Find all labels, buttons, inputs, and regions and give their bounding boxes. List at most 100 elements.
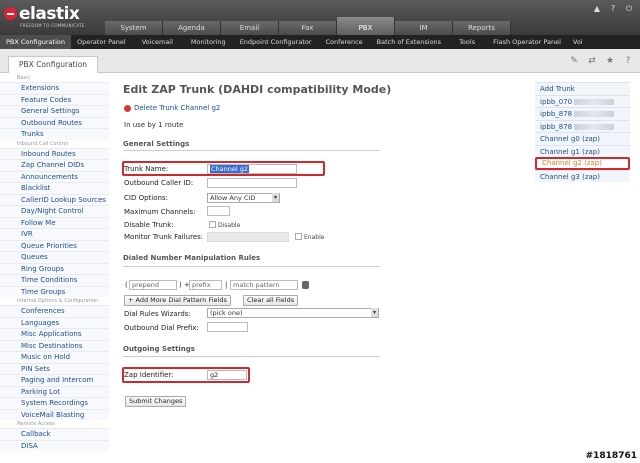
watermark: #1818761 xyxy=(585,451,637,461)
user-icon[interactable]: ▲ xyxy=(590,3,604,15)
add-more-dial-pattern-button[interactable]: + Add More Dial Pattern Fields xyxy=(124,295,231,306)
sidebar-item-ivr[interactable]: IVR xyxy=(0,228,109,240)
tab-fax[interactable]: Fax xyxy=(279,21,337,35)
sidebar-item-callerid-lookup[interactable]: CallerID Lookup Sources xyxy=(0,193,109,205)
sidebar-item-pin-sets[interactable]: PIN Sets xyxy=(0,362,109,374)
submenu-endpoint-configurator[interactable]: Endpoint Configurator xyxy=(234,35,318,49)
star-icon[interactable]: ★ xyxy=(604,56,616,67)
trunk-list-item[interactable]: Channel g3 (zap) xyxy=(535,169,630,182)
sidebar-item-disa[interactable]: DISA xyxy=(0,439,109,451)
redacted-text xyxy=(574,111,615,117)
in-use-text: In use by 1 route xyxy=(124,121,184,129)
sidebar-item-zap-channel-dids[interactable]: Zap Channel DIDs xyxy=(0,159,109,171)
trunk-list-item[interactable]: ipbb_070 xyxy=(535,94,630,107)
highlight-box xyxy=(122,161,325,176)
trunk-list-item[interactable]: Channel g1 (zap) xyxy=(535,144,630,157)
prepend-input[interactable]: prepend xyxy=(129,280,177,290)
sidebar-item-follow-me[interactable]: Follow Me xyxy=(0,216,109,228)
sidebar-item-time-groups[interactable]: Time Groups xyxy=(0,285,109,297)
submenu-voicemail[interactable]: Voicemail xyxy=(132,35,183,49)
tab-reports[interactable]: Reports xyxy=(453,21,511,35)
tab-system[interactable]: System xyxy=(105,21,163,35)
sidebar-item-blacklist[interactable]: Blacklist xyxy=(0,182,109,194)
prefix-input[interactable]: prefix xyxy=(189,280,222,290)
sidebar-item-general-settings[interactable]: General Settings xyxy=(0,105,109,117)
divider xyxy=(123,150,380,151)
sidebar-item-misc-destinations[interactable]: Misc Destinations xyxy=(0,339,109,351)
outbound-cid-input[interactable] xyxy=(207,178,297,188)
sidebar-item-trunks[interactable]: Trunks xyxy=(0,128,109,140)
sidebar-item-paging-intercom[interactable]: Paging and Intercom xyxy=(0,374,109,386)
submenu-flash-operator-panel[interactable]: Flash Operator Panel xyxy=(487,35,567,49)
help-icon[interactable]: ? xyxy=(622,56,634,67)
monitor-enable-checkbox[interactable] xyxy=(295,233,302,240)
clear-all-fields-button[interactable]: Clear all Fields xyxy=(243,295,299,306)
breadcrumb-icons: ✎ ⇄ ★ ? xyxy=(568,56,634,67)
brand-name: elastix xyxy=(19,4,80,24)
divider xyxy=(123,266,380,267)
tab-email[interactable]: Email xyxy=(221,21,279,35)
submenu-tools[interactable]: Tools xyxy=(447,35,487,49)
max-channels-input[interactable] xyxy=(207,206,230,216)
tab-im[interactable]: IM xyxy=(395,21,453,35)
sidebar-item-ring-groups[interactable]: Ring Groups xyxy=(0,262,109,274)
sidebar-item-parking-lot[interactable]: Parking Lot xyxy=(0,385,109,397)
database-icon[interactable] xyxy=(302,281,309,289)
submenu-conference[interactable]: Conference xyxy=(318,35,371,49)
sidebar-item-queues[interactable]: Queues xyxy=(0,251,109,263)
sidebar-item-announcements[interactable]: Announcements xyxy=(0,170,109,182)
dial-rules-wizard-select[interactable]: (pick one) xyxy=(207,308,379,318)
sidebar-item-feature-codes[interactable]: Feature Codes xyxy=(0,93,109,105)
max-channels-label: Maximum Channels: xyxy=(124,208,196,216)
sidebar-item-time-conditions[interactable]: Time Conditions xyxy=(0,274,109,286)
submit-changes-button[interactable]: Submit Changes xyxy=(125,396,187,407)
sidebar-item-music-on-hold[interactable]: Music on Hold xyxy=(0,351,109,363)
monitor-failures-input[interactable] xyxy=(207,232,289,242)
sidebar-item-queue-priorities[interactable]: Queue Priorities xyxy=(0,239,109,251)
submenu-operator-panel[interactable]: Operator Panel xyxy=(71,35,132,49)
submenu-batch-of-extensions[interactable]: Batch of Extensions xyxy=(371,35,447,49)
delete-trunk-row[interactable]: Delete Trunk Channel g2 xyxy=(124,104,220,112)
trunk-list-item[interactable]: ipbb_878 xyxy=(535,107,630,120)
tab-agenda[interactable]: Agenda xyxy=(163,21,221,35)
dial-rules-wizard-label: Dial Rules Wizards: xyxy=(124,310,191,318)
match-pattern-input[interactable]: match pattern xyxy=(230,280,298,290)
sidebar-item-conferences[interactable]: Conferences xyxy=(0,305,109,317)
submenu-monitoring[interactable]: Monitoring xyxy=(183,35,234,49)
disable-trunk-label: Disable Trunk: xyxy=(124,221,174,229)
sidebar-heading: Inbound Call Control xyxy=(17,140,68,147)
arrows-icon[interactable]: ⇄ xyxy=(586,56,598,67)
power-icon[interactable]: ⏻ xyxy=(622,3,636,15)
sidebar-item-languages[interactable]: Languages xyxy=(0,316,109,328)
trunk-label: ipbb_070 xyxy=(540,97,573,106)
trunk-list-item[interactable]: ipbb_878 xyxy=(535,119,630,132)
submenu-voicemail-more[interactable]: Voi xyxy=(567,35,589,49)
trunk-list-item-current[interactable]: Channel g2 (zap) xyxy=(535,157,630,170)
sidebar-item-system-recordings[interactable]: System Recordings xyxy=(0,397,109,409)
sidebar-item-misc-applications[interactable]: Misc Applications xyxy=(0,328,109,340)
breadcrumb-tab[interactable]: PBX Configuration xyxy=(8,56,99,73)
main-tabs: System Agenda Email Fax PBX IM Reports xyxy=(105,17,511,35)
sidebar-item-inbound-routes[interactable]: Inbound Routes xyxy=(0,147,109,159)
sidebar-item-voicemail-blasting[interactable]: VoiceMail Blasting xyxy=(0,408,109,420)
edit-icon[interactable]: ✎ xyxy=(568,56,580,67)
disable-trunk-checkbox[interactable] xyxy=(209,221,216,228)
cid-options-select[interactable]: Allow Any CID xyxy=(207,193,280,203)
tab-pbx[interactable]: PBX xyxy=(337,17,395,35)
submenu-pbx-configuration[interactable]: PBX Configuration xyxy=(0,35,71,49)
sidebar-item-outbound-routes[interactable]: Outbound Routes xyxy=(0,116,109,128)
outbound-dial-prefix-input[interactable] xyxy=(207,322,248,332)
delete-icon[interactable] xyxy=(124,104,131,112)
monitor-failures-label: Monitor Trunk Failures: xyxy=(124,233,204,241)
trunk-list-item[interactable]: Channel g0 (zap) xyxy=(535,132,630,145)
add-trunk-link[interactable]: Add Trunk xyxy=(535,82,630,95)
delete-trunk-link[interactable]: Delete Trunk Channel g2 xyxy=(134,104,220,112)
brand-tagline: FREEDOM TO COMMUNICATE xyxy=(20,23,85,28)
sidebar-item-callback[interactable]: Callback xyxy=(0,428,109,440)
help-icon[interactable]: ? xyxy=(606,3,620,15)
disable-label: Disable xyxy=(218,222,241,229)
sidebar-heading: Basic xyxy=(17,75,31,81)
sidebar-item-extensions[interactable]: Extensions xyxy=(0,82,109,94)
sidebar-item-day-night[interactable]: Day/Night Control xyxy=(0,205,109,217)
elastix-logo[interactable]: elastix xyxy=(4,4,80,24)
